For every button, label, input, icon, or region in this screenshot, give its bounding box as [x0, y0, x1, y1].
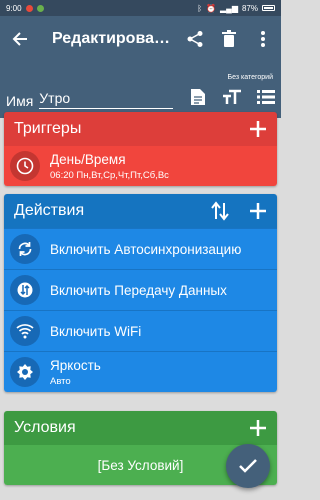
battery-icon	[262, 5, 275, 11]
conditions-header: Условия	[4, 411, 277, 445]
more-vert-icon[interactable]	[251, 27, 275, 51]
checkmark-icon	[239, 459, 257, 473]
app-notification-icon	[36, 4, 44, 12]
back-arrow-icon[interactable]	[6, 25, 34, 53]
status-bar: 9:00 ᛒ ⏰ ▂▄▆ 87%	[0, 0, 281, 16]
app-header: Редактировать макрос Без категорий Имя	[0, 16, 281, 118]
reorder-icon[interactable]	[209, 200, 231, 222]
action-title: Включить Передачу Данных	[50, 282, 227, 298]
share-icon[interactable]	[183, 27, 207, 51]
add-action-icon[interactable]	[247, 200, 269, 222]
bluetooth-icon: ᛒ	[197, 3, 203, 13]
signal-icon: ▂▄▆	[220, 3, 238, 13]
text-size-icon[interactable]	[221, 86, 243, 108]
action-item[interactable]: Включить WiFi	[4, 310, 277, 351]
action-title: Яркость	[50, 357, 101, 373]
action-title: Включить WiFi	[50, 323, 142, 339]
action-item[interactable]: Включить Передачу Данных	[4, 269, 277, 310]
data-transfer-icon	[10, 275, 40, 305]
trigger-title: День/Время	[50, 151, 126, 167]
actions-section: Действия Включить Автосинхронизацию Вклю…	[0, 194, 281, 392]
save-fab-button[interactable]	[226, 444, 270, 488]
status-time: 9:00	[6, 3, 22, 13]
name-label: Имя	[6, 93, 34, 109]
triggers-header: Триггеры	[4, 112, 277, 146]
action-item[interactable]: Яркость Авто	[4, 351, 277, 392]
clock-icon	[10, 151, 40, 181]
add-trigger-icon[interactable]	[247, 118, 269, 140]
wifi-icon	[10, 316, 40, 346]
trigger-item[interactable]: День/Время 06:20 Пн,Вт,Ср,Чт,Пт,Сб,Вс	[4, 146, 277, 186]
notification-icon	[25, 4, 33, 12]
battery-text: 87%	[241, 3, 258, 13]
action-item[interactable]: Включить Автосинхронизацию	[4, 228, 277, 269]
page-title: Редактировать макрос	[52, 29, 172, 47]
delete-icon[interactable]	[217, 27, 241, 51]
sync-icon	[10, 234, 40, 264]
alarm-icon: ⏰	[206, 3, 216, 13]
description-icon[interactable]	[187, 86, 209, 108]
list-icon[interactable]	[255, 86, 277, 108]
category-label: Без категорий	[227, 74, 273, 81]
triggers-title: Триггеры	[14, 120, 82, 137]
action-title: Включить Автосинхронизацию	[50, 241, 242, 257]
actions-header: Действия	[4, 194, 277, 228]
brightness-icon	[10, 357, 40, 387]
actions-title: Действия	[14, 202, 85, 219]
action-subtitle: Авто	[50, 375, 71, 387]
conditions-title: Условия	[14, 419, 76, 436]
trigger-subtitle: 06:20 Пн,Вт,Ср,Чт,Пт,Сб,Вс	[50, 169, 169, 181]
name-row: Имя	[6, 90, 174, 109]
triggers-section: Триггеры День/Время 06:20 Пн,Вт,Ср,Чт,Пт…	[0, 112, 281, 186]
macro-name-input[interactable]	[39, 90, 174, 109]
add-condition-icon[interactable]	[247, 417, 269, 439]
toolbar: Редактировать макрос	[0, 16, 281, 61]
